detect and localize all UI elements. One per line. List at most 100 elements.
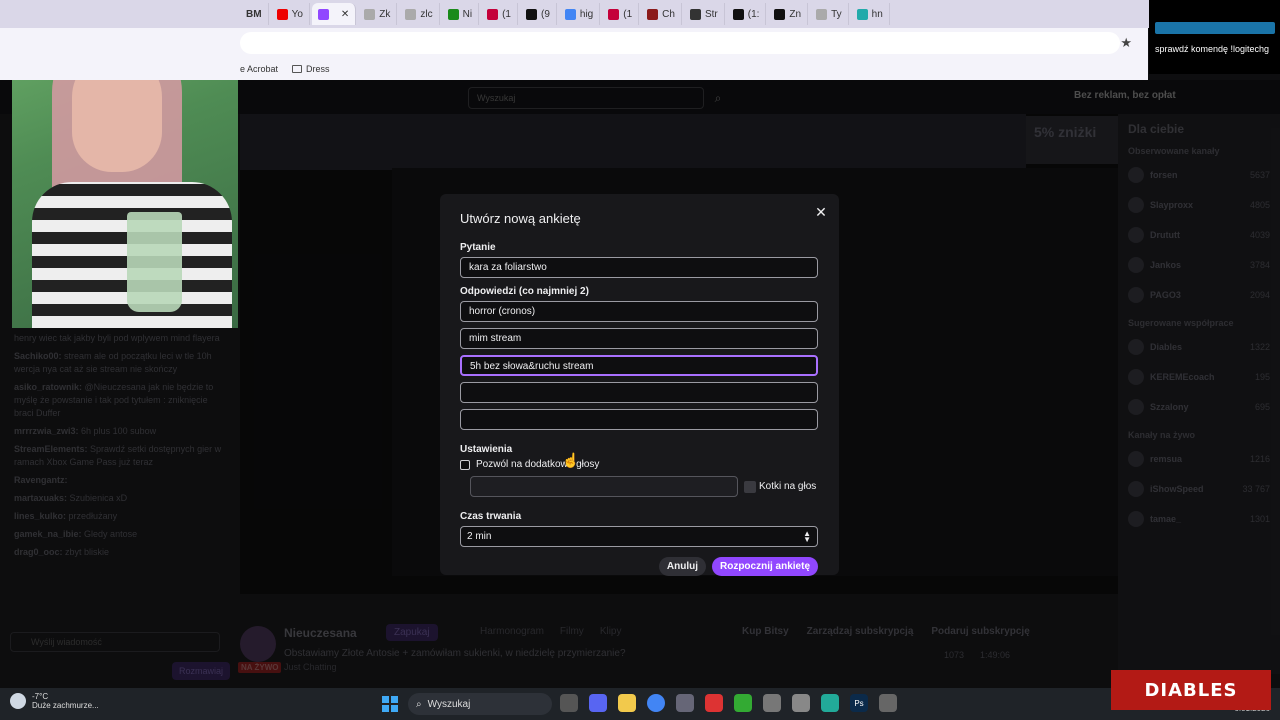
browser-tab-bm[interactable]: BM bbox=[240, 3, 269, 25]
bits-label: Kotki na głos bbox=[759, 481, 817, 492]
browser-tab-twitch[interactable]: ✕ bbox=[311, 3, 357, 25]
app-icon[interactable] bbox=[821, 694, 839, 712]
answer-input-3[interactable]: 5h bez słowa&ruchu stream bbox=[460, 355, 818, 376]
answer-input-4[interactable] bbox=[460, 382, 818, 403]
browser-tab-youtube[interactable]: Yo bbox=[271, 3, 310, 25]
browser-tab[interactable]: (9 bbox=[520, 3, 557, 25]
temperature: -7°C bbox=[32, 692, 49, 701]
tab-favicon-icon bbox=[364, 8, 376, 20]
browser-tab[interactable]: (1 bbox=[481, 3, 518, 25]
tab-label: hig bbox=[579, 8, 594, 20]
tab-label: Str bbox=[704, 8, 718, 20]
extra-votes-checkbox[interactable] bbox=[460, 459, 470, 470]
youtube-icon bbox=[276, 8, 288, 20]
browser-tab[interactable]: Zn bbox=[768, 3, 809, 25]
tab-label: (1 bbox=[623, 8, 633, 20]
twitch-icon bbox=[317, 8, 329, 20]
select-arrows-icon: ▲ ▼ bbox=[803, 528, 811, 544]
bookmark-label: e Acrobat bbox=[240, 64, 279, 74]
tab-favicon-icon bbox=[564, 8, 576, 20]
browser-tabstrip: BM Yo ✕ Zk zlc Ni (1 (9 hig (1 Ch Str (1: Zn Ty hn bbox=[0, 0, 1280, 28]
weather-widget[interactable]: -7°C Duże zachmurze... bbox=[10, 692, 99, 710]
app-icon[interactable] bbox=[792, 694, 810, 712]
task-view-icon[interactable] bbox=[560, 694, 578, 712]
browser-tab[interactable]: Zk bbox=[358, 3, 398, 25]
taskbar-search-label: Wyszukaj bbox=[427, 698, 471, 710]
browser-tab[interactable]: zlc bbox=[399, 3, 440, 25]
tab-label: Zk bbox=[379, 8, 391, 20]
tab-favicon-icon bbox=[647, 8, 659, 20]
browser-tab[interactable]: (1: bbox=[727, 3, 767, 25]
bookmark-star-icon[interactable]: ★ bbox=[1120, 35, 1132, 51]
browser-tab[interactable]: Str bbox=[684, 3, 725, 25]
tab-label: zlc bbox=[420, 8, 433, 20]
settings-label: Ustawienia bbox=[460, 444, 513, 455]
bookmark-acrobat[interactable]: e Acrobat bbox=[240, 64, 278, 74]
tab-label: (1: bbox=[747, 8, 760, 20]
address-bar: ★ bbox=[0, 28, 1148, 58]
close-tab-icon[interactable]: ✕ bbox=[341, 9, 349, 20]
dialog-title: Utwórz nową ankietę bbox=[460, 211, 581, 226]
tab-label: hn bbox=[871, 8, 883, 20]
bookmarks-bar: e Acrobat Dress bbox=[0, 58, 1148, 80]
browser-tab[interactable]: hn bbox=[851, 3, 890, 25]
browser-tab[interactable]: Ty bbox=[810, 3, 849, 25]
tab-label: Ty bbox=[831, 8, 842, 20]
duration-value: 2 min bbox=[467, 531, 492, 542]
search-icon: ⌕ bbox=[416, 698, 422, 710]
photoshop-icon[interactable]: Ps bbox=[850, 694, 868, 712]
overlay-bar bbox=[1155, 22, 1275, 34]
brand-logo: DIABLES bbox=[1111, 670, 1271, 710]
tab-label: Zn bbox=[789, 8, 802, 20]
mouse-cursor-icon: ☝ bbox=[562, 452, 580, 468]
tab-favicon-icon bbox=[774, 8, 786, 20]
answer-input-2[interactable]: mim stream bbox=[460, 328, 818, 349]
answer-input-5[interactable] bbox=[460, 409, 818, 430]
screen: Wyszukaj ⌕ Bez reklam, bez opłat 5% zniż… bbox=[0, 0, 1280, 720]
start-poll-button[interactable]: Rozpocznij ankietę bbox=[711, 557, 818, 576]
tab-favicon-icon bbox=[525, 8, 537, 20]
windows-start-icon[interactable] bbox=[382, 696, 398, 712]
tab-favicon-icon bbox=[732, 8, 744, 20]
cancel-button[interactable]: Anuluj bbox=[658, 557, 706, 576]
bits-per-vote-input[interactable] bbox=[470, 476, 738, 497]
tab-favicon-icon bbox=[608, 8, 620, 20]
tab-favicon-icon bbox=[816, 8, 828, 20]
folder-icon[interactable] bbox=[618, 694, 636, 712]
question-label: Pytanie bbox=[460, 242, 496, 253]
tab-favicon-icon bbox=[856, 8, 868, 20]
close-icon[interactable]: ✕ bbox=[813, 204, 829, 220]
duration-select[interactable]: 2 min ▲ ▼ bbox=[460, 526, 818, 547]
question-input[interactable]: kara za foliarstwo bbox=[460, 257, 818, 278]
app-icon[interactable] bbox=[879, 694, 897, 712]
discord-icon[interactable] bbox=[589, 694, 607, 712]
url-field[interactable] bbox=[240, 32, 1120, 54]
answer-input-1[interactable]: horror (cronos) bbox=[460, 301, 818, 322]
browser-tab[interactable]: (1 bbox=[602, 3, 640, 25]
tab-favicon-icon bbox=[447, 8, 459, 20]
answers-label: Odpowiedzi (co najmniej 2) bbox=[460, 286, 589, 297]
extra-votes-label[interactable]: Pozwól na dodatkowe głosy bbox=[476, 459, 599, 470]
app-icon[interactable] bbox=[705, 694, 723, 712]
tab-label: Yo bbox=[291, 8, 303, 20]
tab-label: BM bbox=[246, 8, 262, 20]
app-icon[interactable] bbox=[763, 694, 781, 712]
browser-tab[interactable]: Ni bbox=[442, 3, 480, 25]
bookmark-dress[interactable]: Dress bbox=[292, 64, 330, 74]
tab-favicon-icon bbox=[405, 8, 417, 20]
tab-label: (9 bbox=[540, 8, 550, 20]
browser-tab[interactable]: hig bbox=[559, 3, 601, 25]
overlay-text: sprawdź komendę !logitechg bbox=[1155, 44, 1270, 54]
tab-favicon-icon bbox=[689, 8, 701, 20]
app-icon[interactable] bbox=[734, 694, 752, 712]
tab-label: (1 bbox=[502, 8, 511, 20]
taskbar-search[interactable]: ⌕ Wyszukaj bbox=[408, 693, 552, 715]
cat-emote-icon bbox=[744, 480, 756, 493]
browser-tab[interactable]: Ch bbox=[641, 3, 682, 25]
chrome-icon[interactable] bbox=[647, 694, 665, 712]
duration-label: Czas trwania bbox=[460, 511, 522, 522]
folder-icon bbox=[292, 65, 303, 73]
app-icon[interactable] bbox=[676, 694, 694, 712]
bookmark-label: Dress bbox=[306, 64, 330, 74]
stream-command-overlay: sprawdź komendę !logitechg bbox=[1149, 0, 1280, 74]
